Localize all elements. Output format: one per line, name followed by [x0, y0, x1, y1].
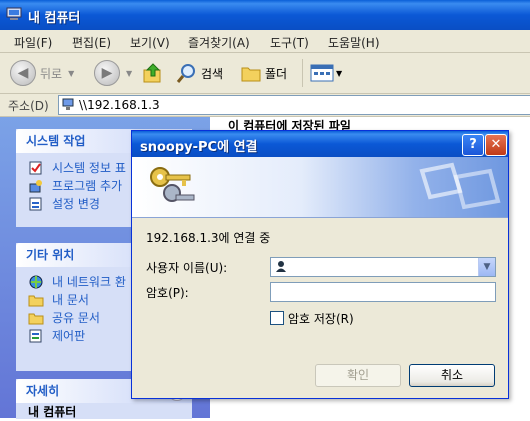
cancel-button[interactable]: 취소 — [409, 364, 495, 387]
ok-button[interactable]: 확인 — [315, 364, 401, 387]
folders-label: 폴더 — [265, 66, 288, 81]
dialog-title: snoopy-PC에 연결 — [140, 140, 258, 155]
menu-bar: 파일(F) 편집(E) 보기(V) 즐겨찾기(A) 도구(T) 도움말(H) — [0, 30, 530, 53]
task-label: 시스템 정보 표 — [52, 161, 126, 175]
back-label: 뒤로 — [40, 66, 63, 81]
window-titlebar[interactable]: 내 컴퓨터 — [0, 0, 530, 30]
details-item: 내 컴퓨터 — [28, 405, 77, 419]
username-label: 사용자 이름(U): — [146, 261, 228, 275]
network-share-icon — [62, 98, 74, 110]
connect-dialog: snoopy-PC에 연결 ? ✕ 192.168.1.3에 연결 중 사용자 … — [131, 130, 509, 399]
address-input[interactable]: \\192.168.1.3 — [58, 95, 530, 115]
forward-arrow-icon: ▶ — [94, 60, 120, 86]
menu-view[interactable]: 보기(V) — [130, 34, 170, 51]
password-label: 암호(P): — [146, 286, 189, 300]
keys-icon — [150, 167, 195, 202]
up-folder-icon — [143, 63, 161, 83]
banner-decoration-icon — [419, 162, 501, 210]
folders-icon — [241, 67, 261, 82]
up-folder-button[interactable] — [142, 59, 164, 87]
close-button[interactable]: ✕ — [485, 134, 507, 156]
task-label: 설정 변경 — [52, 197, 100, 211]
user-icon — [276, 261, 286, 272]
menu-help[interactable]: 도움말(H) — [328, 34, 380, 51]
address-bar: 주소(D) \\192.168.1.3 — [0, 94, 530, 117]
other-places-title: 기타 위치 — [26, 248, 75, 262]
place-label: 제어판 — [52, 329, 86, 343]
add-programs-icon — [29, 180, 42, 193]
back-button[interactable]: ◀ 뒤로 ▼ — [10, 59, 74, 87]
menu-tools[interactable]: 도구(T) — [270, 34, 309, 51]
network-icon — [29, 275, 43, 289]
views-dropdown-icon: ▼ — [336, 68, 343, 78]
task-label: 프로그램 추가 — [52, 179, 123, 193]
folders-button[interactable]: 폴더 — [240, 59, 287, 87]
menu-favorites[interactable]: 즐겨찾기(A) — [188, 34, 250, 51]
back-arrow-icon: ◀ — [10, 60, 36, 86]
views-button[interactable]: ▼ — [310, 59, 342, 87]
forward-button[interactable]: ▶ ▼ — [94, 59, 132, 87]
window-title: 내 컴퓨터 — [28, 11, 81, 26]
address-label: 주소(D) — [8, 99, 49, 113]
shared-folder-icon — [28, 313, 44, 325]
search-icon — [176, 64, 195, 83]
password-input[interactable] — [270, 282, 496, 302]
settings-icon — [29, 197, 42, 211]
views-icon — [310, 64, 334, 82]
toolbar: ◀ 뒤로 ▼ ▶ ▼ 검색 폴더 ▼ — [0, 53, 530, 94]
search-label: 검색 — [201, 66, 224, 81]
address-value: \\192.168.1.3 — [79, 98, 160, 112]
system-tasks-title: 시스템 작업 — [26, 134, 86, 148]
place-label: 내 문서 — [52, 293, 89, 307]
forward-dropdown-icon: ▼ — [126, 68, 133, 78]
dialog-titlebar[interactable]: snoopy-PC에 연결 ? ✕ — [132, 131, 508, 157]
my-computer-icon — [6, 7, 22, 20]
toolbar-separator — [302, 59, 303, 87]
remember-password-checkbox[interactable] — [270, 311, 284, 325]
dropdown-arrow-icon[interactable]: ▼ — [478, 258, 495, 276]
folder-icon — [28, 295, 44, 307]
menu-edit[interactable]: 편집(E) — [72, 34, 111, 51]
menu-file[interactable]: 파일(F) — [14, 34, 52, 51]
dialog-banner — [132, 157, 508, 218]
control-panel-icon — [29, 329, 42, 343]
connecting-text: 192.168.1.3에 연결 중 — [146, 231, 271, 245]
details-title: 자세히 — [26, 384, 60, 398]
place-label: 내 네트워크 환 — [52, 275, 126, 289]
search-button[interactable]: 검색 — [176, 59, 223, 87]
remember-password-label[interactable]: 암호 저장(R) — [288, 310, 354, 327]
username-combobox[interactable]: ▼ — [270, 257, 496, 277]
help-button[interactable]: ? — [462, 134, 484, 156]
place-label: 공유 문서 — [52, 311, 100, 325]
system-info-icon — [29, 161, 42, 175]
back-dropdown-icon: ▼ — [68, 68, 75, 78]
